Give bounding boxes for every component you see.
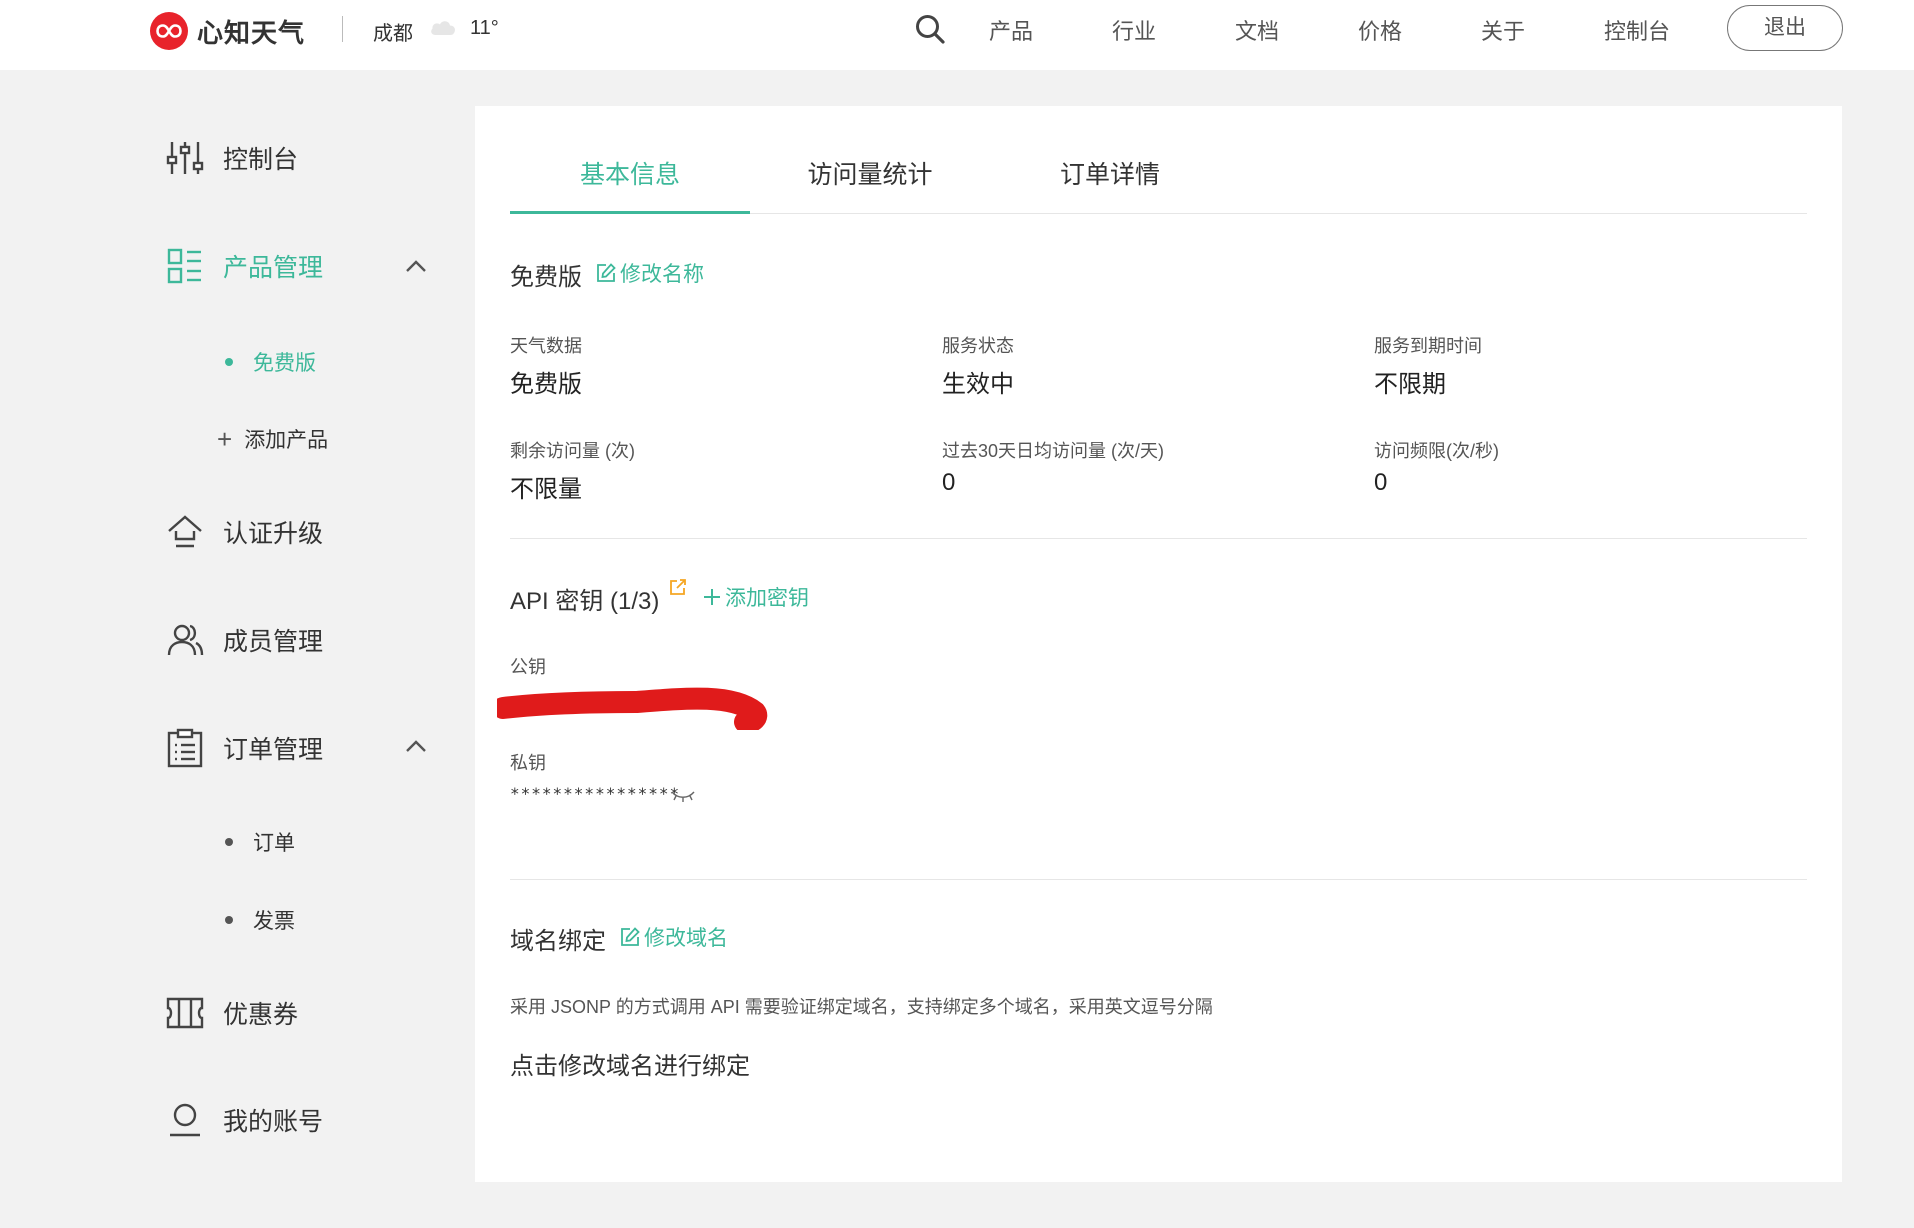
- sidebar-item-label: 我的账号: [223, 1108, 324, 1136]
- sidebar-item-label: 订单管理: [223, 736, 324, 764]
- field-value-expiry: 不限期: [1374, 371, 1446, 398]
- private-key-masked: ****************: [510, 784, 681, 803]
- sidebar-subitem-label: 免费版: [253, 352, 316, 375]
- section-divider: [510, 538, 1807, 539]
- sidebar-item-verification-upgrade[interactable]: 认证升级: [165, 512, 323, 552]
- field-label-weather-data: 天气数据: [510, 336, 582, 356]
- search-icon[interactable]: [914, 13, 946, 50]
- add-key-link[interactable]: 添加密钥: [703, 582, 809, 612]
- sidebar-subitem-add-product[interactable]: + 添加产品: [217, 424, 328, 454]
- logo-text: 心知天气: [197, 17, 306, 48]
- tab-order-details[interactable]: 订单详情: [990, 156, 1230, 214]
- external-link-icon[interactable]: [669, 578, 687, 601]
- edit-domain-link-label: 修改域名: [644, 927, 728, 950]
- city-name: 成都: [373, 23, 413, 45]
- clipboard-icon: [165, 728, 205, 768]
- section-divider: [510, 879, 1807, 880]
- bullet-dot: [225, 916, 233, 924]
- field-label-daily-average: 过去30天日均访问量 (次/天): [942, 441, 1165, 461]
- tab-traffic-stats[interactable]: 访问量统计: [750, 156, 990, 214]
- upgrade-arrow-icon: [165, 512, 205, 552]
- sidebar-item-console[interactable]: 控制台: [165, 138, 298, 178]
- sidebar-subitem-orders[interactable]: 订单: [222, 827, 295, 857]
- sidebar-item-coupons[interactable]: 优惠券: [165, 993, 298, 1033]
- field-value-rate-limit: 0: [1374, 469, 1388, 496]
- domain-description: 采用 JSONP 的方式调用 API 需要验证绑定域名，支持绑定多个域名，采用英…: [510, 997, 1213, 1017]
- sidebar-subitem-label: 添加产品: [244, 429, 329, 452]
- temperature: 11°: [470, 17, 499, 39]
- field-value-remaining-calls: 不限量: [510, 476, 582, 503]
- bullet-dot: [225, 838, 233, 846]
- product-name: 免费版: [510, 264, 582, 291]
- user-icon: [165, 1100, 205, 1140]
- nav-docs[interactable]: 文档: [1235, 14, 1279, 46]
- sidebar-subitem-label: 订单: [253, 832, 295, 855]
- field-value-daily-average: 0: [942, 469, 956, 496]
- chevron-up-icon[interactable]: [404, 258, 428, 279]
- grid-list-icon: [165, 246, 205, 286]
- domain-title: 域名绑定: [510, 928, 606, 955]
- infinity-logo-icon: [150, 12, 188, 50]
- field-label-remaining-calls: 剩余访问量 (次): [510, 441, 635, 461]
- nav-industries[interactable]: 行业: [1112, 14, 1156, 46]
- nav-pricing[interactable]: 价格: [1358, 14, 1402, 46]
- public-key-redaction: [492, 684, 777, 735]
- sidebar-item-order-management[interactable]: 订单管理: [165, 728, 323, 768]
- edit-domain-link[interactable]: 修改域名: [620, 922, 728, 952]
- ticket-icon: [165, 993, 205, 1033]
- eye-closed-icon[interactable]: [670, 789, 696, 808]
- sidebar-subitem-free-plan[interactable]: 免费版: [222, 347, 316, 377]
- main-card: 基本信息 访问量统计 订单详情 免费版 修改名称 天气数据 免费版 服务状态 生…: [475, 106, 1842, 1182]
- plus-icon: [704, 589, 720, 605]
- public-key-label: 公钥: [510, 657, 546, 677]
- field-label-rate-limit: 访问频限(次/秒): [1374, 441, 1499, 461]
- header-divider: [342, 16, 343, 42]
- rename-link-label: 修改名称: [620, 263, 704, 286]
- sidebar-item-label: 认证升级: [223, 520, 324, 548]
- edit-icon: [597, 263, 616, 282]
- private-key-label: 私钥: [510, 753, 546, 773]
- sidebar-subitem-invoices[interactable]: 发票: [222, 905, 295, 935]
- edit-icon: [621, 927, 640, 946]
- add-key-link-label: 添加密钥: [725, 587, 809, 610]
- chevron-up-icon[interactable]: [404, 738, 428, 759]
- sidebar-item-label: 产品管理: [223, 254, 324, 282]
- sidebar-item-my-account[interactable]: 我的账号: [165, 1100, 323, 1140]
- rename-link[interactable]: 修改名称: [596, 258, 704, 288]
- users-icon: [165, 620, 205, 660]
- api-keys-title: API 密钥 (1/3): [510, 588, 660, 615]
- sliders-icon: [165, 138, 205, 178]
- field-label-expiry: 服务到期时间: [1374, 336, 1482, 356]
- tab-bar: 基本信息 访问量统计 订单详情: [510, 156, 1807, 214]
- sidebar-item-label: 成员管理: [223, 628, 324, 656]
- sidebar-item-product-management[interactable]: 产品管理: [165, 246, 323, 286]
- nav-console[interactable]: 控制台: [1604, 14, 1670, 46]
- field-value-weather-data: 免费版: [510, 371, 582, 398]
- logo[interactable]: 心知天气: [150, 12, 305, 50]
- field-label-service-status: 服务状态: [942, 336, 1014, 356]
- cloud-icon: [428, 15, 458, 44]
- plus-icon: +: [217, 424, 233, 454]
- field-value-service-status: 生效中: [942, 371, 1014, 398]
- top-header: 心知天气 成都 11° 产品 行业 文档 价格 关于 控制台 退出: [0, 0, 1914, 70]
- sidebar-item-members[interactable]: 成员管理: [165, 620, 323, 660]
- tab-basic-info[interactable]: 基本信息: [510, 156, 750, 214]
- bullet-dot: [225, 358, 233, 366]
- nav-products[interactable]: 产品: [989, 14, 1033, 46]
- sidebar-item-label: 控制台: [223, 146, 299, 174]
- domain-hint: 点击修改域名进行绑定: [510, 1053, 750, 1080]
- logout-button[interactable]: 退出: [1727, 5, 1843, 51]
- sidebar-item-label: 优惠券: [223, 1001, 299, 1029]
- sidebar-subitem-label: 发票: [253, 910, 295, 933]
- nav-about[interactable]: 关于: [1481, 14, 1525, 46]
